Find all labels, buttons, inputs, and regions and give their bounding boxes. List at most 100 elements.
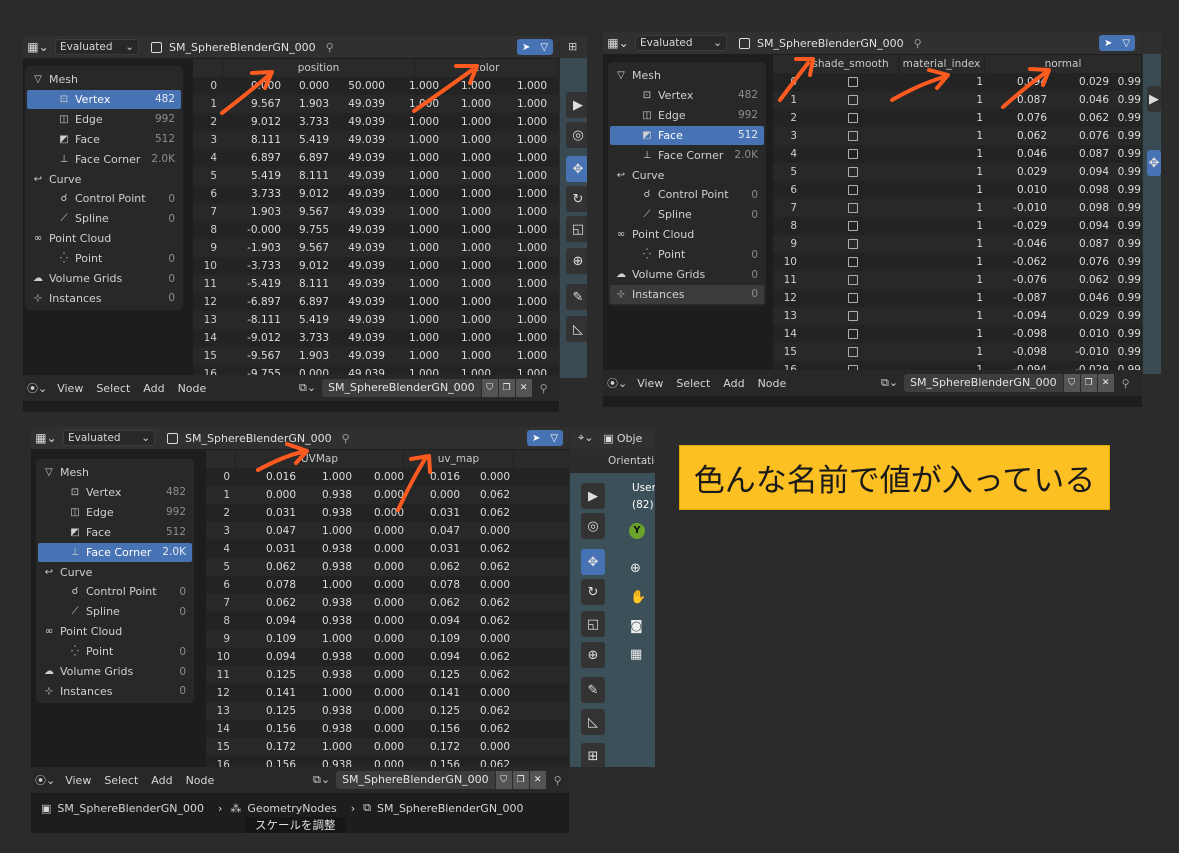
editor-type-icon[interactable]: ⦿⌄	[607, 375, 627, 391]
duplicate-icon[interactable]: ❐	[511, 771, 529, 789]
sidebar-item-edge[interactable]: ◫ Edge 992	[27, 110, 181, 129]
menu-view[interactable]: View	[57, 382, 83, 395]
editor-type-icon[interactable]: ▦⌄	[33, 429, 59, 447]
sidebar-item-mesh[interactable]: ▽ Mesh	[27, 70, 181, 89]
menu-node[interactable]: Node	[186, 774, 215, 787]
sidebar-item-mesh[interactable]: ▽ Mesh	[38, 463, 192, 482]
shade-smooth-checkbox[interactable]	[848, 329, 858, 339]
menu-add[interactable]: Add	[143, 382, 164, 395]
pin-icon[interactable]: ⚲	[554, 774, 562, 787]
add-cube-tool-icon[interactable]: ⊞	[581, 743, 605, 767]
sidebar-item-mesh[interactable]: ▽ Mesh	[610, 66, 764, 85]
pin-icon[interactable]: ⚲	[1122, 377, 1130, 390]
sidebar-item-spline[interactable]: ⟋ Spline 0	[38, 602, 192, 621]
fake-user-icon[interactable]: ⛉	[1062, 374, 1080, 392]
shade-smooth-checkbox[interactable]	[848, 257, 858, 267]
sidebar-item-vertex[interactable]: ⊡ Vertex 482	[610, 86, 764, 105]
column-header[interactable]: UVMap	[236, 450, 404, 468]
fake-user-icon[interactable]: ⛉	[480, 379, 498, 397]
sidebar-item-face[interactable]: ◩ Face 512	[27, 130, 181, 149]
shade-smooth-checkbox[interactable]	[848, 347, 858, 357]
sidebar-item-vertex[interactable]: ⊡ Vertex 482	[27, 89, 181, 109]
annotate-tool-icon[interactable]: ✎	[566, 284, 587, 310]
sidebar-item-vertex[interactable]: ⊡ Vertex 482	[38, 483, 192, 502]
column-header[interactable]: color	[415, 59, 559, 77]
column-header[interactable]: shade_smooth	[803, 55, 899, 73]
cursor-tool-icon[interactable]: ◎	[581, 513, 605, 539]
shade-smooth-checkbox[interactable]	[848, 275, 858, 285]
sidebar-item-volume-grids[interactable]: ☁ Volume Grids 0	[27, 269, 181, 288]
shade-smooth-checkbox[interactable]	[848, 185, 858, 195]
close-icon[interactable]: ✕	[528, 771, 546, 789]
menu-view[interactable]: View	[637, 377, 663, 390]
display-mode-dropdown[interactable]: Evaluated ⌄	[635, 35, 727, 51]
menu-select[interactable]: Select	[676, 377, 710, 390]
breadcrumb-object[interactable]: SM_SphereBlenderGN_000	[57, 802, 204, 815]
cursor-tool-icon[interactable]: ◎	[566, 122, 587, 148]
orientation-label[interactable]: Orientation	[608, 455, 655, 467]
transform-tool-icon[interactable]: ⊕	[581, 642, 605, 668]
menu-node[interactable]: Node	[758, 377, 787, 390]
shade-smooth-checkbox[interactable]	[848, 149, 858, 159]
3d-viewport[interactable]: ⌖⌄ ▣ Obje Orientation User (82) Y ▶ ◎ ✥ …	[570, 427, 655, 767]
filter-toggle[interactable]: ➤ ▽	[1099, 35, 1135, 51]
display-mode-dropdown[interactable]: Evaluated ⌄	[55, 39, 139, 55]
filter-toggle[interactable]: ➤ ▽	[517, 39, 553, 55]
shade-smooth-checkbox[interactable]	[848, 311, 858, 321]
sidebar-item-curve[interactable]: ↩ Curve	[27, 170, 181, 189]
sidebar-item-face-corner[interactable]: ⊥ Face Corner 2.0K	[38, 542, 192, 562]
select-tool-icon[interactable]: ▶	[1147, 86, 1161, 112]
measure-tool-icon[interactable]: ◺	[581, 709, 605, 735]
move-tool-icon[interactable]: ✥	[1147, 150, 1161, 176]
sidebar-item-curve[interactable]: ↩ Curve	[610, 166, 764, 185]
sidebar-item-control-point[interactable]: ☌ Control Point 0	[38, 582, 192, 601]
scale-tool-icon[interactable]: ◱	[581, 611, 605, 637]
select-tool-icon[interactable]: ▶	[581, 483, 605, 509]
shade-smooth-checkbox[interactable]	[848, 239, 858, 249]
filter-toggle[interactable]: ➤ ▽	[527, 430, 563, 446]
node-group-name[interactable]: SM_SphereBlenderGN_000	[904, 374, 1063, 392]
pin-icon[interactable]: ⚲	[326, 41, 334, 54]
node-group-name[interactable]: SM_SphereBlenderGN_000	[322, 379, 481, 397]
menu-add[interactable]: Add	[723, 377, 744, 390]
shade-smooth-checkbox[interactable]	[848, 167, 858, 177]
scale-tool-icon[interactable]: ◱	[566, 216, 587, 242]
menu-add[interactable]: Add	[151, 774, 172, 787]
node-group-selector[interactable]: ⧉⌄ SM_SphereBlenderGN_000 ⛉ ❐ ✕ ⚲	[313, 771, 562, 789]
sidebar-item-point[interactable]: ⁛ Point 0	[27, 249, 181, 268]
duplicate-icon[interactable]: ❐	[1079, 374, 1097, 392]
camera-icon[interactable]: ◙	[630, 619, 643, 634]
hand-icon[interactable]: ✋	[630, 590, 646, 605]
select-tool-icon[interactable]: ▶	[566, 92, 587, 118]
display-mode-dropdown[interactable]: Evaluated ⌄	[63, 430, 155, 446]
editor-type-icon[interactable]: ⦿⌄	[27, 380, 47, 396]
breadcrumb-modifier[interactable]: GeometryNodes	[247, 802, 336, 815]
annotate-tool-icon[interactable]: ✎	[581, 677, 605, 703]
close-icon[interactable]: ✕	[514, 379, 532, 397]
column-header[interactable]: position	[223, 59, 415, 77]
menu-view[interactable]: View	[65, 774, 91, 787]
menu-select[interactable]: Select	[96, 382, 130, 395]
sidebar-item-point-cloud[interactable]: ∞ Point Cloud	[610, 225, 764, 244]
y-axis-gizmo[interactable]: Y	[629, 523, 645, 539]
sidebar-item-edge[interactable]: ◫ Edge 992	[610, 106, 764, 125]
sidebar-item-point-cloud[interactable]: ∞ Point Cloud	[27, 229, 181, 248]
sidebar-item-point[interactable]: ⁛ Point 0	[610, 245, 764, 264]
zoom-icon[interactable]: ⊕	[630, 561, 641, 576]
node-group-name[interactable]: SM_SphereBlenderGN_000	[336, 771, 495, 789]
sidebar-item-volume-grids[interactable]: ☁ Volume Grids 0	[610, 265, 764, 284]
shade-smooth-checkbox[interactable]	[848, 293, 858, 303]
shade-smooth-checkbox[interactable]	[848, 221, 858, 231]
menu-select[interactable]: Select	[104, 774, 138, 787]
column-header[interactable]: normal	[985, 55, 1142, 73]
move-tool-icon[interactable]: ✥	[581, 549, 605, 575]
sidebar-item-spline[interactable]: ⟋ Spline 0	[610, 205, 764, 224]
pin-icon[interactable]: ⚲	[914, 37, 922, 50]
sidebar-item-volume-grids[interactable]: ☁ Volume Grids 0	[38, 662, 192, 681]
fake-user-icon[interactable]: ⛉	[494, 771, 512, 789]
measure-tool-icon[interactable]: ◺	[566, 316, 587, 342]
sidebar-item-instances[interactable]: ⊹ Instances 0	[27, 289, 181, 308]
breadcrumb-node-group[interactable]: SM_SphereBlenderGN_000	[377, 802, 524, 815]
column-header[interactable]: material_index	[899, 55, 985, 73]
column-header[interactable]: uv_map	[404, 450, 514, 468]
